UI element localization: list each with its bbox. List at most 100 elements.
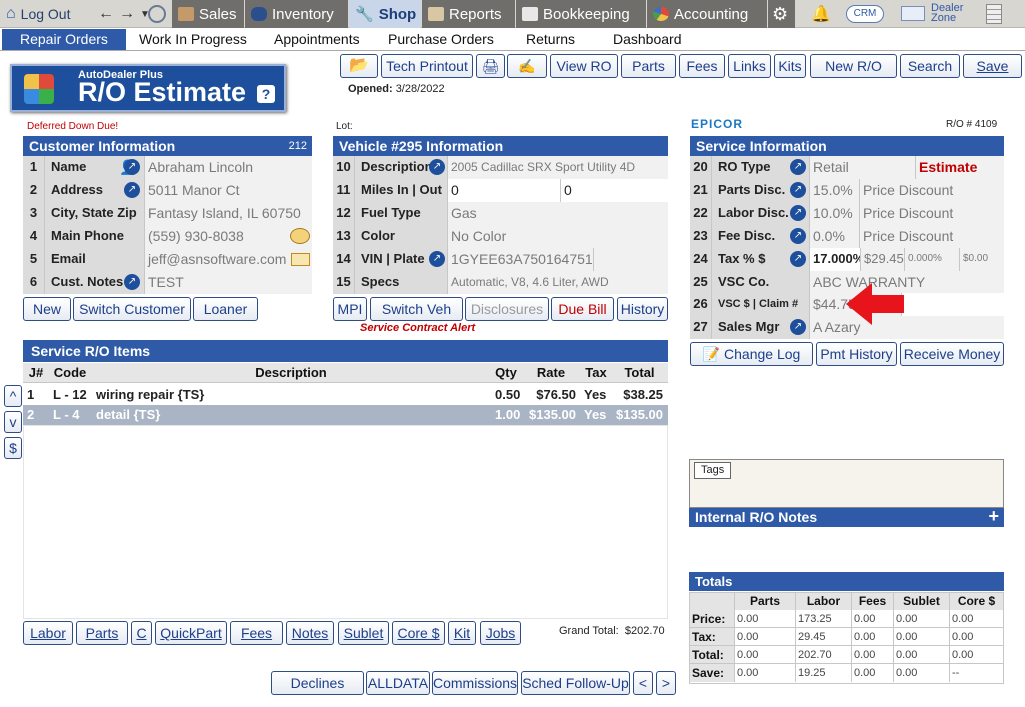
labor-button[interactable]: Labor	[23, 621, 73, 645]
links-button[interactable]: Links	[728, 54, 771, 78]
bell-icon[interactable]: 🔔	[811, 4, 831, 24]
sublet-button[interactable]: Sublet	[338, 621, 389, 645]
envelope-icon[interactable]	[291, 253, 310, 266]
loaner-button[interactable]: Loaner	[193, 297, 258, 321]
tags-label[interactable]: Tags	[694, 462, 732, 479]
receive-money-button[interactable]: Receive Money	[900, 342, 1004, 366]
history-nav[interactable]: ← → ▼	[92, 0, 150, 28]
address-lookup-icon[interactable]: ↗	[124, 182, 140, 198]
nav-accounting[interactable]: Accounting	[647, 0, 767, 28]
subnav-repair-orders[interactable]: Repair Orders	[2, 29, 126, 50]
back-arrow-icon[interactable]: ←	[98, 5, 114, 23]
subnav-purchase-orders[interactable]: Purchase Orders	[388, 29, 494, 50]
alldata-button[interactable]: ALLDATA	[366, 671, 430, 695]
table-row[interactable]: 1 L - 12 wiring repair {TS} 0.50 $76.50 …	[23, 385, 668, 405]
nav-reports[interactable]: Reports	[422, 0, 515, 28]
claim-number-field[interactable]	[901, 293, 1004, 316]
subnav-dashboard[interactable]: Dashboard	[613, 29, 682, 50]
add-note-plus-icon[interactable]: +	[988, 507, 999, 526]
next-button[interactable]: >	[656, 671, 676, 695]
labor-disc-lookup-icon[interactable]: ↗	[790, 205, 806, 221]
ro-type-lookup-icon[interactable]: ↗	[790, 159, 806, 175]
switch-customer-button[interactable]: Switch Customer	[73, 297, 191, 321]
user-face-icon[interactable]	[142, 0, 170, 28]
parts-button[interactable]: Parts	[621, 54, 676, 78]
table-row[interactable]: 2 L - 4 detail {TS} 1.00 $135.00 Yes $13…	[23, 405, 668, 425]
fuel-type-field[interactable]: Gas	[447, 202, 668, 225]
core-button[interactable]: Core $	[392, 621, 445, 645]
print-button[interactable]: 🖨	[476, 54, 505, 78]
dealer-zone-link[interactable]: Dealer Zone	[931, 3, 963, 24]
fee-disc-field[interactable]: 0.0%	[809, 225, 859, 248]
ro-type-field[interactable]: Retail	[809, 156, 915, 179]
parts-disc-lookup-icon[interactable]: ↗	[790, 182, 806, 198]
add-parts-button[interactable]: Parts	[76, 621, 128, 645]
new-ro-button[interactable]: New R/O	[810, 54, 897, 78]
customer-lookup-icon[interactable]: ↗	[124, 159, 140, 175]
nav-shop[interactable]: 🔧 Shop	[349, 0, 421, 28]
commissions-button[interactable]: Commissions	[432, 671, 518, 695]
kits-button[interactable]: Kits	[774, 54, 806, 78]
quickpart-button[interactable]: QuickPart	[155, 621, 227, 645]
jobs-button[interactable]: Jobs	[480, 621, 521, 645]
c-button[interactable]: C	[131, 621, 152, 645]
change-log-button[interactable]: 📝 Change Log	[690, 342, 813, 366]
sched-follow-up-button[interactable]: Sched Follow-Up	[521, 671, 630, 695]
open-folder-button[interactable]: 📂	[340, 54, 378, 78]
parts-disc-field[interactable]: 15.0%	[809, 179, 859, 202]
price-button[interactable]: $	[4, 437, 22, 459]
vin-lookup-icon[interactable]: ↗	[429, 251, 445, 267]
calculator-icon[interactable]	[986, 4, 1002, 24]
tags-box[interactable]: Tags	[689, 459, 1004, 508]
customer-phone-field[interactable]: (559) 930-8038	[144, 225, 312, 248]
notes-lookup-icon[interactable]: ↗	[124, 274, 140, 290]
dealer-zone-icon[interactable]	[901, 6, 925, 21]
save-button[interactable]: Save	[963, 54, 1022, 78]
logout-link[interactable]: ⌂ Log Out	[0, 0, 92, 28]
switch-vehicle-button[interactable]: Switch Veh	[370, 297, 463, 321]
customer-notes-field[interactable]: TEST	[144, 271, 312, 294]
plate-field[interactable]	[593, 248, 668, 271]
miles-in-field[interactable]: 0	[447, 179, 560, 202]
subnav-appointments[interactable]: Appointments	[274, 29, 360, 50]
nav-sales[interactable]: Sales	[172, 0, 244, 28]
color-field[interactable]: No Color	[447, 225, 668, 248]
tax2-rate-field[interactable]: 0.000%	[904, 248, 959, 271]
nav-bookkeeping[interactable]: Bookkeeping	[516, 0, 646, 28]
vehicle-description-field[interactable]: 2005 Cadillac SRX Sport Utility 4D	[447, 156, 668, 179]
history-button[interactable]: History	[617, 297, 668, 321]
internal-notes-area[interactable]	[689, 527, 1004, 569]
customer-address-field[interactable]: 5011 Manor Ct	[144, 179, 312, 202]
labor-disc-field[interactable]: 10.0%	[809, 202, 859, 225]
specs-field[interactable]: Automatic, V8, 4.6 Liter, AWD	[447, 271, 668, 294]
mpi-button[interactable]: MPI	[333, 297, 367, 321]
forward-arrow-icon[interactable]: →	[119, 5, 135, 23]
add-fees-button[interactable]: Fees	[230, 621, 283, 645]
move-up-button[interactable]: ^	[4, 385, 22, 407]
view-ro-button[interactable]: View RO	[550, 54, 618, 78]
declines-button[interactable]: Declines	[271, 671, 364, 695]
fee-disc-lookup-icon[interactable]: ↗	[790, 228, 806, 244]
vin-field[interactable]: 1GYEE63A750164751	[447, 248, 593, 271]
tech-printout-button[interactable]: Tech Printout	[381, 54, 473, 78]
disclosures-button[interactable]: Disclosures	[465, 297, 549, 321]
subnav-returns[interactable]: Returns	[526, 29, 575, 50]
kit-button[interactable]: Kit	[448, 621, 476, 645]
tax-rate-field[interactable]: 17.000%	[809, 248, 860, 271]
previous-button[interactable]: <	[633, 671, 653, 695]
sales-mgr-field[interactable]: A Azary	[809, 316, 1004, 339]
sales-mgr-lookup-icon[interactable]: ↗	[790, 319, 806, 335]
due-bill-button[interactable]: Due Bill	[551, 297, 614, 321]
customer-email-field[interactable]: jeff@asnsoftware.com	[144, 248, 312, 271]
help-icon[interactable]: ?	[257, 85, 275, 103]
search-button[interactable]: Search	[900, 54, 960, 78]
move-down-button[interactable]: v	[4, 411, 22, 433]
signature-button[interactable]: ✍	[507, 54, 547, 78]
vsc-company-field[interactable]: ABC WARRANTY	[809, 271, 1004, 294]
miles-out-field[interactable]: 0	[560, 179, 668, 202]
tax-lookup-icon[interactable]: ↗	[790, 251, 806, 267]
notes-button[interactable]: Notes	[286, 621, 334, 645]
fees-button[interactable]: Fees	[679, 54, 725, 78]
pmt-history-button[interactable]: Pmt History	[816, 342, 897, 366]
settings-gear-icon[interactable]: ⚙	[768, 0, 795, 28]
